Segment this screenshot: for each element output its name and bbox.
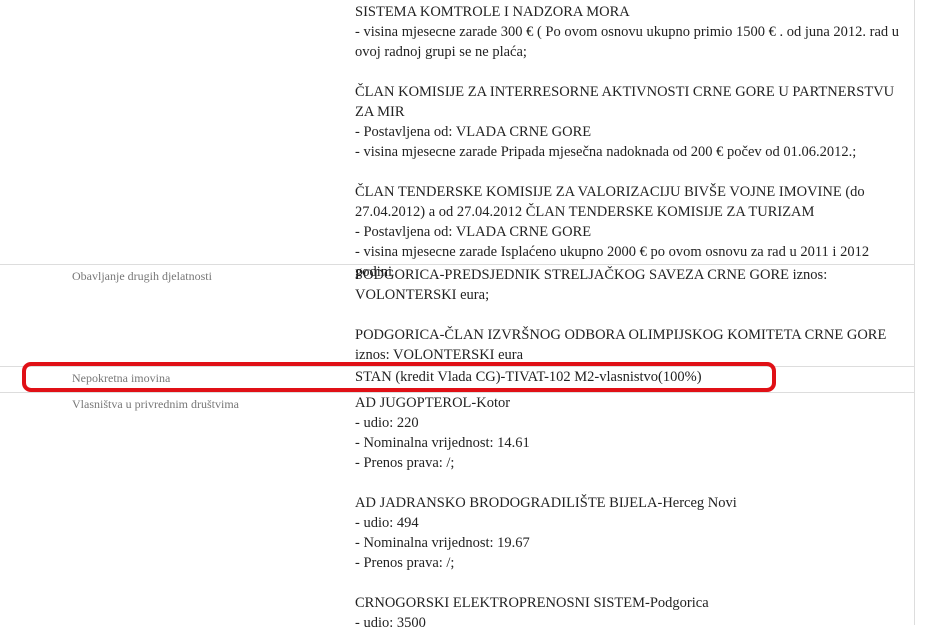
table-right-border (914, 0, 915, 625)
text-line: - Postavljena od: VLADA CRNE GORE (355, 124, 592, 140)
company-ownership-value: AD JUGOPTEROL-Kotor - udio: 220 - Nominaln… (355, 393, 906, 633)
other-activities-value: PODGORICA-PREDSJEDNIK STRELJAČKOG SAVEZA… (355, 265, 906, 365)
text-line: STAN (kredit Vlada CG)-TIVAT-102 M2-vlas… (355, 369, 702, 385)
row-obavljanje-drugih-djelatnosti: Obavljanje drugih djelatnosti PODGORICA-… (0, 264, 914, 367)
text-line: SISTEMA KOMTROLE I NADZORA MORA (355, 4, 630, 20)
row-label: Obavljanje drugih djelatnosti (72, 269, 212, 283)
text-line: AD JUGOPTEROL-Kotor (355, 395, 511, 411)
row-label: Nepokretna imovina (72, 371, 171, 385)
text-line: PODGORICA-PREDSJEDNIK STRELJAČKOG SAVEZA… (355, 267, 828, 303)
text-line: - udio: 220 (355, 415, 419, 431)
text-line: AD JADRANSKO BRODOGRADILIŠTE BIJELA-Herc… (355, 495, 737, 511)
text-line: - udio: 494 (355, 515, 419, 531)
row-nepokretna-imovina: Nepokretna imovina STAN (kredit Vlada CG… (0, 366, 914, 393)
text-line: - Prenos prava: /; (355, 555, 455, 571)
text-line: - Nominalna vrijednost: 19.67 (355, 535, 530, 551)
text-line: - visina mjesecne zarade Pripada mjesečn… (355, 144, 857, 160)
row-previous-functions: SISTEMA KOMTROLE I NADZORA MORA - visina … (0, 0, 914, 280)
text-line: ČLAN TENDERSKE KOMISIJE ZA VALORIZACIJU … (355, 184, 865, 220)
row-label: Vlasništva u privrednim društvima (72, 397, 239, 411)
text-line: - Postavljena od: VLADA CRNE GORE (355, 224, 592, 240)
text-line: - Prenos prava: /; (355, 455, 455, 471)
text-line: ČLAN KOMISIJE ZA INTERRESORNE AKTIVNOSTI… (355, 84, 895, 120)
row-vlasnistva-u-privrednim-drustvima: Vlasništva u privrednim društvima AD JUG… (0, 392, 914, 633)
text-line: - Nominalna vrijednost: 14.61 (355, 435, 530, 451)
real-estate-value: STAN (kredit Vlada CG)-TIVAT-102 M2-vlas… (355, 367, 906, 387)
text-line: - visina mjesecne zarade 300 € ( Po ovom… (355, 24, 900, 60)
text-line: - udio: 3500 (355, 615, 426, 631)
previous-functions-value: SISTEMA KOMTROLE I NADZORA MORA - visina … (355, 2, 906, 282)
text-line: CRNOGORSKI ELEKTROPRENOSNI SISTEM-Podgor… (355, 595, 709, 611)
text-line: PODGORICA-ČLAN IZVRŠNOG ODBORA OLIMPIJSK… (355, 327, 887, 363)
